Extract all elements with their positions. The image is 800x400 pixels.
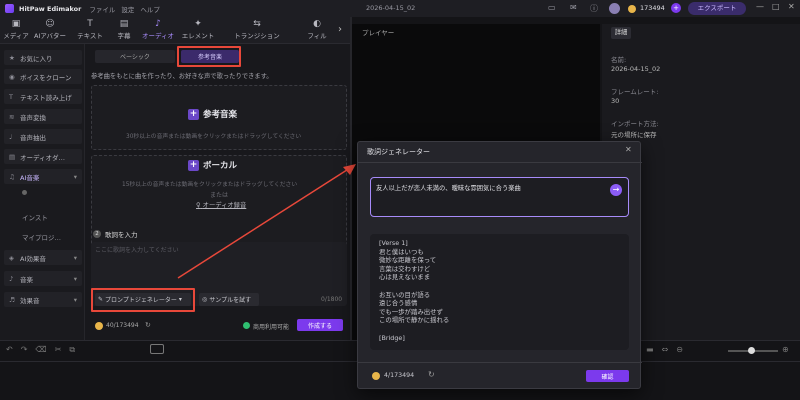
confirm-button[interactable]: 確認 [586, 370, 629, 382]
send-icon[interactable]: → [610, 184, 622, 196]
dialog-coin-icon [372, 372, 380, 380]
arrow-head [343, 164, 356, 175]
lyrics-generator-dialog: 歌詞ジェネレーター ✕ 友人以上だが恋人未満の、曖昧な雰囲気に合う楽曲 → [V… [357, 141, 642, 389]
prompt-input[interactable]: 友人以上だが恋人未満の、曖昧な雰囲気に合う楽曲 → [370, 177, 629, 217]
lyrics-output: [Verse 1] 君と僕はいつも 微妙な距離を保って 言葉は交わすけど 心は見… [370, 234, 629, 350]
arrow-line [177, 167, 351, 279]
dialog-divider [358, 162, 642, 163]
dialog-refresh-icon[interactable]: ↻ [428, 370, 435, 379]
generated-lyrics: [Verse 1] 君と僕はいつも 微妙な距離を保って 言葉は交わすけど 心は見… [379, 239, 450, 342]
dialog-close-icon[interactable]: ✕ [625, 145, 632, 154]
dialog-credits: 4/173494 [384, 372, 415, 379]
dialog-title: 歌詞ジェネレーター [367, 148, 430, 156]
